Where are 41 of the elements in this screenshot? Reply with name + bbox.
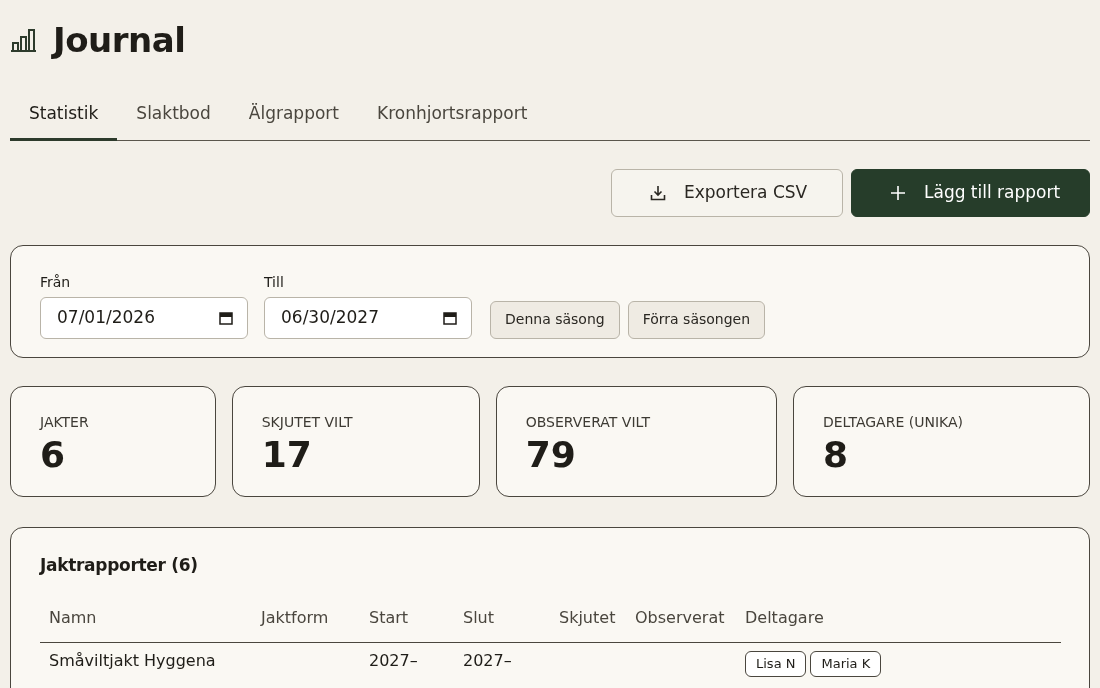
table-cell-text: 2027– [368, 650, 419, 673]
date-field[interactable]: 07/01/2026 [40, 296, 248, 339]
stat-label: OBSERVERAT VILT [525, 412, 651, 432]
stat-label: JAKTER [40, 412, 90, 432]
tab[interactable]: Älgrapport [229, 92, 358, 142]
stat-value: 17 [261, 432, 313, 476]
tab[interactable]: Slaktbod [117, 92, 230, 142]
field-label: Till [264, 272, 285, 292]
column-header: Namn [48, 607, 98, 630]
season-button[interactable]: Denna säsong [490, 300, 620, 339]
stat-label: SKJUTET VILT [261, 412, 354, 432]
export-csv-button[interactable]: Exportera CSV [611, 168, 843, 217]
column-header: Slut [462, 607, 495, 630]
column-header: Deltagare [744, 607, 825, 630]
participant-tag: Maria K [810, 651, 882, 677]
table-cell-text: 2027– [462, 650, 513, 673]
date-value: 06/30/2027 [281, 306, 379, 330]
page-title: Journal [53, 20, 186, 61]
stat-label: DELTAGARE (UNIKA) [822, 412, 964, 432]
add-report-button[interactable]: Lägg till rapport [851, 168, 1090, 217]
field-label: Från [40, 272, 72, 292]
date-value: 07/01/2026 [57, 306, 155, 330]
calendar-icon[interactable] [219, 310, 233, 325]
season-button[interactable]: Förra säsongen [627, 300, 766, 339]
table-cell-text: Småviltjakt Hyggena [48, 650, 217, 673]
download-icon [650, 184, 666, 201]
column-header: Start [368, 607, 410, 630]
card-title: Jaktrapporter (6) [40, 554, 199, 577]
column-header: Jaktform [259, 607, 330, 630]
stat-value: 8 [822, 432, 849, 476]
plus-icon [890, 184, 906, 201]
participant-tag: Lisa N [745, 651, 807, 677]
tab[interactable]: Statistik [10, 92, 118, 142]
column-header: Skjutet [558, 607, 617, 630]
tab[interactable]: Kronhjortsrapport [358, 92, 547, 142]
date-field[interactable]: 06/30/2027 [264, 296, 472, 339]
bar-chart-icon [10, 28, 37, 53]
column-header: Observerat [634, 607, 726, 630]
calendar-icon[interactable] [443, 310, 457, 325]
stat-value: 79 [525, 432, 577, 476]
stat-value: 6 [40, 432, 67, 476]
